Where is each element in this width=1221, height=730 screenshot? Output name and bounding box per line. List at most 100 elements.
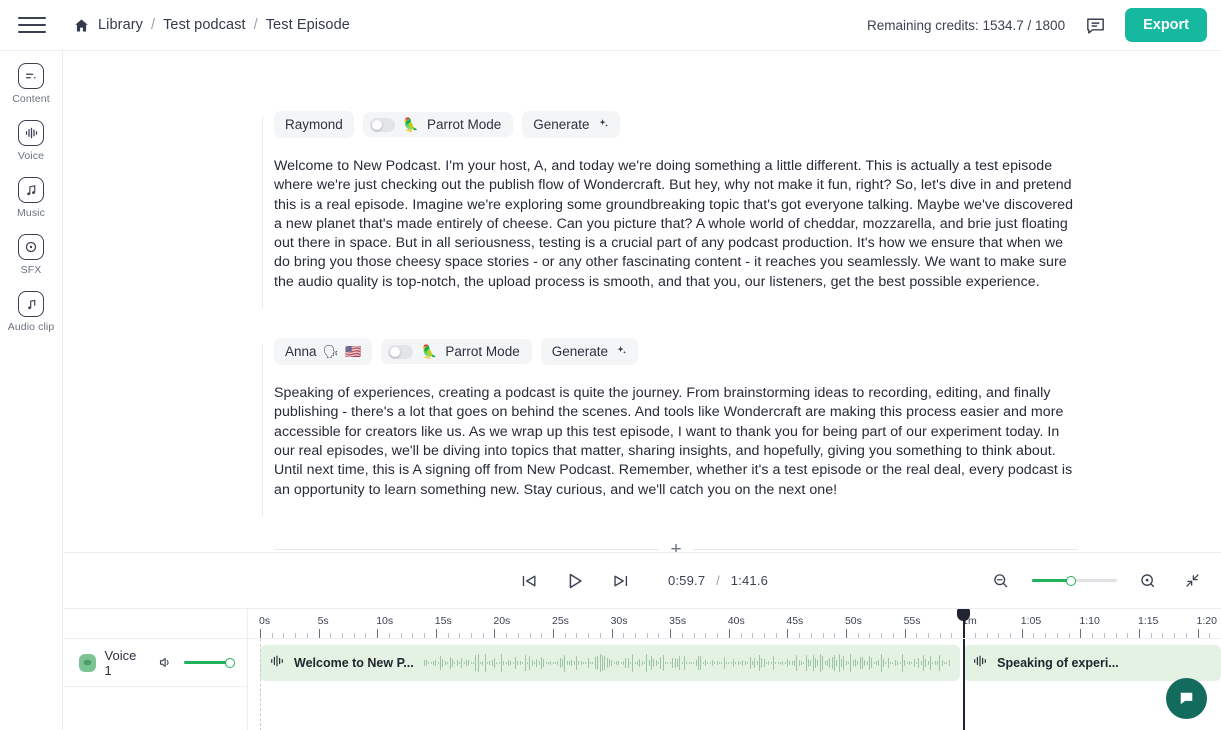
waveform-bar [772,655,774,671]
track-volume-slider[interactable] [183,656,235,670]
zoom-out-icon[interactable] [988,568,1014,594]
clip-title: Welcome to New P... [294,656,414,670]
waveform-bar [876,661,878,665]
zoom-slider-knob[interactable] [1066,575,1076,586]
breadcrumb-item-podcast[interactable]: Test podcast [163,17,246,33]
play-icon[interactable] [562,568,588,594]
ruler-tick-minor [353,633,355,638]
parrot-mode-chip[interactable]: 🦜 Parrot Mode [381,339,532,365]
home-icon[interactable] [74,18,89,33]
breadcrumb-item-library[interactable]: Library [98,17,143,33]
waveform-bar [838,653,840,673]
sidebar-item-music[interactable]: Music [3,177,59,219]
sidebar-item-sfx[interactable]: SFX [3,234,59,276]
playhead[interactable] [957,609,971,638]
breadcrumb: Library / Test podcast / Test Episode [74,17,350,33]
generate-button[interactable]: Generate [522,111,620,138]
waveform-bar [545,662,547,664]
skip-back-icon[interactable] [516,568,542,594]
waveform-bar [791,661,793,665]
waveform-bar [723,656,725,670]
block-text[interactable]: Welcome to New Podcast. I'm your host, A… [274,157,1078,292]
parrot-mode-toggle[interactable] [369,117,395,132]
chat-fab-button[interactable] [1166,678,1207,719]
collapse-icon[interactable] [1179,568,1205,594]
breadcrumb-item-episode[interactable]: Test Episode [266,17,350,33]
timeline-ruler[interactable]: 0s 5s 10s 15s 20s 25s 30s 35s 40s 45s 50s 55s 1m 1:05… [248,609,1221,639]
waveform-bar [688,662,690,664]
parrot-mode-toggle[interactable] [388,344,414,359]
waveform-bar [697,656,699,670]
waveform-bar [526,661,528,665]
export-button[interactable]: Export [1125,8,1207,42]
ruler-tick-minor [916,633,918,638]
waveform-bar [461,658,463,668]
waveform-bar [852,659,854,667]
timeline-clip[interactable]: Welcome to New P... [260,645,960,681]
speaker-icon[interactable] [158,655,173,670]
waveform-bar [805,655,807,671]
ruler-tick-minor [482,633,484,638]
ruler-tick-minor [810,633,812,638]
volume-slider-knob[interactable] [225,657,235,668]
waveform-bar [442,659,444,667]
comment-bubble-icon[interactable] [1082,12,1108,38]
waveform-bar [496,661,498,665]
player-zoom-controls [988,568,1221,594]
sidebar-item-content[interactable]: Content [3,63,59,105]
waveform-bar [925,659,927,667]
zoom-slider[interactable] [1032,574,1117,588]
waveform-bar [913,658,915,668]
waveform-bar [883,658,885,668]
timeline-lane[interactable]: Welcome to New P... Speaking of experi... [248,639,1221,730]
waveform-bar [554,662,556,664]
waveform-bar [779,661,781,665]
audio-clip-icon [18,291,44,317]
skip-forward-icon[interactable] [608,568,634,594]
waveform-bar [646,653,648,673]
waveform-bar [944,662,945,664]
waveform-bar [812,655,814,671]
waveform-bar [871,657,873,669]
waveform-bar [716,661,718,665]
breadcrumb-separator: / [253,17,258,33]
waveform-bar [585,661,587,665]
ruler-tick-minor [881,633,883,638]
timeline-canvas[interactable]: 0s 5s 10s 15s 20s 25s 30s 35s 40s 45s 50s 55s 1m 1:05… [248,609,1221,730]
ruler-tick-minor [1209,633,1211,638]
speaker-chip[interactable]: Raymond [274,111,354,138]
waveform-bar [787,659,788,667]
waveform-bar [854,658,856,668]
zoom-fit-icon[interactable] [1135,568,1161,594]
top-bar-right: Remaining credits: 1534.7 / 1800 Export [867,8,1207,42]
sfx-icon [18,234,44,260]
parrot-mode-chip[interactable]: 🦜 Parrot Mode [362,112,514,137]
waveform-bar [939,655,941,671]
timeline-clip[interactable]: Speaking of experi... [963,645,1221,681]
ruler-tick-minor [424,633,426,638]
ruler-tick-minor [271,633,273,638]
hamburger-menu-icon[interactable] [18,14,46,36]
waveform-bar [794,659,795,667]
waveform-bar [681,661,683,665]
waveform-bar [777,662,779,664]
waveform-bar [550,660,552,666]
ruler-label: 1:05 [1020,615,1042,627]
speaker-chip[interactable]: Anna 🗣 🇺🇸 [274,338,373,366]
sidebar-item-voice[interactable]: Voice [3,120,59,162]
track-name: Voice 1 [104,647,137,678]
waveform-bar [601,654,603,672]
waveform-bar [564,654,566,672]
generate-button[interactable]: Generate [540,338,639,366]
waveform-bar [934,661,936,665]
waveform-bar [489,660,491,666]
player-time: 0:59.7 / 1:41.6 [668,573,768,588]
block-text[interactable]: Speaking of experiences, creating a podc… [274,384,1078,500]
sidebar-item-audio-clip[interactable]: Audio clip [3,291,59,333]
add-block-button[interactable]: + [659,537,693,552]
waveform-bar [683,656,685,670]
track-header-voice-1[interactable]: Voice 1 [63,639,247,687]
playhead[interactable] [963,639,965,730]
waveform-bar [819,654,821,672]
waveform-bar [604,655,606,671]
